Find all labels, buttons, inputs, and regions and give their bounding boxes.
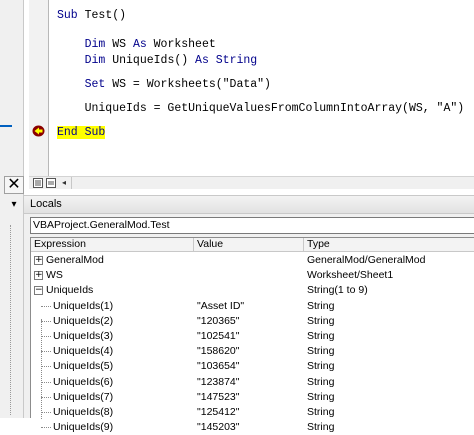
- column-header-type[interactable]: Type: [304, 238, 474, 252]
- tree-branch-line: [41, 305, 51, 307]
- code-keyword: As: [132, 38, 147, 51]
- expand-icon[interactable]: +: [34, 256, 43, 265]
- cell-value: "103654": [197, 360, 240, 373]
- code-horizontal-scrollbar[interactable]: ◂: [29, 176, 474, 189]
- locals-row[interactable]: UniqueIds(6) "123874" String: [31, 375, 474, 390]
- locals-row[interactable]: UniqueIds(2) "120365" String: [31, 314, 474, 329]
- code-text: Worksheet: [146, 38, 216, 51]
- cell-value: "123874": [197, 375, 240, 388]
- locals-row[interactable]: − UniqueIds String(1 to 9): [31, 283, 474, 298]
- cell-value: "Asset ID": [197, 299, 245, 312]
- scroll-left-icon[interactable]: ◂: [58, 177, 70, 189]
- cell-type: String: [307, 390, 335, 403]
- code-text: UniqueIds(): [105, 54, 196, 67]
- project-pane-highlight: [0, 125, 12, 127]
- cell-expression: UniqueIds(4): [53, 345, 114, 358]
- locals-row[interactable]: UniqueIds(4) "158620" String: [31, 344, 474, 359]
- code-text: WS: [105, 38, 133, 51]
- code-keyword: As: [195, 54, 209, 67]
- cell-type: String: [307, 360, 335, 373]
- code-keyword: Set: [84, 78, 106, 91]
- code-keyword: Sub: [57, 9, 78, 22]
- cell-value: "120365": [197, 314, 240, 327]
- cell-value: [197, 268, 303, 283]
- cell-expression: UniqueIds(9): [53, 421, 114, 434]
- tree-branch-line: [41, 412, 51, 413]
- code-keyword: String: [215, 54, 258, 67]
- code-line[interactable]: Dim UniqueIds() As String: [57, 53, 258, 69]
- full-module-view-icon[interactable]: [33, 178, 43, 188]
- tree-branch-line: [41, 427, 51, 429]
- cell-value: [197, 253, 303, 268]
- tree-branch-line: [41, 336, 51, 337]
- code-text: Test(): [77, 9, 127, 22]
- code-line[interactable]: Dim WS As Worksheet: [57, 37, 216, 53]
- cell-type: GeneralMod/GeneralMod: [307, 254, 426, 266]
- cell-value: [197, 283, 303, 298]
- scrollbar-divider: [71, 177, 72, 189]
- cell-value: "158620": [197, 345, 240, 358]
- cell-expression: WS: [46, 269, 63, 282]
- tree-branch-line: [41, 320, 51, 322]
- tree-branch-line: [41, 351, 51, 353]
- code-keyword: Dim: [84, 54, 106, 67]
- code-text: WS = Worksheets("Data"): [105, 78, 271, 91]
- code-line-executing[interactable]: End Sub: [57, 125, 106, 141]
- cell-expression: UniqueIds(7): [53, 390, 114, 403]
- tree-branch-line: [41, 381, 51, 383]
- execution-point-icon: [32, 125, 45, 137]
- locals-row[interactable]: UniqueIds(9) "145203" String: [31, 420, 474, 435]
- cell-type: String: [307, 345, 335, 358]
- cell-expression: UniqueIds(5): [53, 360, 114, 373]
- locals-row[interactable]: UniqueIds(5) "103654" String: [31, 359, 474, 374]
- close-icon[interactable]: ✕: [4, 176, 24, 194]
- code-keyword: End Sub: [57, 126, 106, 139]
- code-line[interactable]: UniqueIds = GetUniqueValuesFromColumnInt…: [57, 101, 465, 117]
- cell-expression: GeneralMod: [46, 254, 104, 266]
- code-line[interactable]: Set WS = Worksheets("Data"): [57, 77, 271, 93]
- tree-branch-line: [41, 396, 51, 398]
- code-editor[interactable]: Sub Test() Dim WS As Worksheet Dim Uniqu…: [49, 0, 474, 176]
- dropdown-icon[interactable]: ▾: [4, 197, 24, 212]
- procedure-view-icon[interactable]: [46, 178, 56, 188]
- project-tree-line: [10, 225, 11, 415]
- cell-expression: UniqueIds(3): [53, 330, 114, 342]
- column-header-value[interactable]: Value: [194, 238, 304, 252]
- cell-expression: UniqueIds: [46, 284, 94, 297]
- cell-type: String: [307, 299, 335, 312]
- cell-value: "145203": [197, 421, 240, 434]
- locals-row[interactable]: + GeneralMod GeneralMod/GeneralMod: [31, 253, 474, 268]
- cell-value: "102541": [197, 330, 240, 342]
- column-header-expression[interactable]: Expression: [31, 238, 194, 252]
- cell-expression: UniqueIds(6): [53, 375, 114, 388]
- locals-grid[interactable]: Expression Value Type + GeneralMod General…: [30, 237, 474, 433]
- locals-row[interactable]: + WS Worksheet/Sheet1: [31, 268, 474, 283]
- cell-value: "147523": [197, 390, 240, 403]
- code-text: UniqueIds = GetUniqueValuesFromColumnInt…: [57, 102, 465, 115]
- collapse-icon[interactable]: −: [34, 286, 43, 296]
- cell-type: Worksheet/Sheet1: [307, 269, 394, 282]
- cell-type: String: [307, 330, 335, 342]
- cell-expression: UniqueIds(2): [53, 314, 114, 327]
- locals-window-title[interactable]: Locals: [24, 195, 474, 214]
- cell-type: String(1 to 9): [307, 284, 368, 297]
- cell-type: String: [307, 314, 335, 327]
- cell-type: String: [307, 375, 335, 388]
- locals-context-field[interactable]: VBAProject.GeneralMod.Test: [30, 217, 474, 234]
- code-keyword: Dim: [84, 38, 106, 51]
- tree-branch-line: [41, 366, 51, 368]
- code-margin-indicator-bar[interactable]: [29, 0, 48, 176]
- locals-row[interactable]: UniqueIds(7) "147523" String: [31, 390, 474, 405]
- expand-icon[interactable]: +: [34, 271, 43, 281]
- locals-grid-header: Expression Value Type: [31, 238, 474, 252]
- locals-row[interactable]: UniqueIds(1) "Asset ID" String: [31, 299, 474, 314]
- cell-type: String: [307, 421, 335, 434]
- cell-expression: UniqueIds(1): [53, 299, 114, 312]
- locals-row[interactable]: UniqueIds(3) "102541" String: [31, 329, 474, 344]
- code-line[interactable]: Sub Test(): [57, 8, 126, 24]
